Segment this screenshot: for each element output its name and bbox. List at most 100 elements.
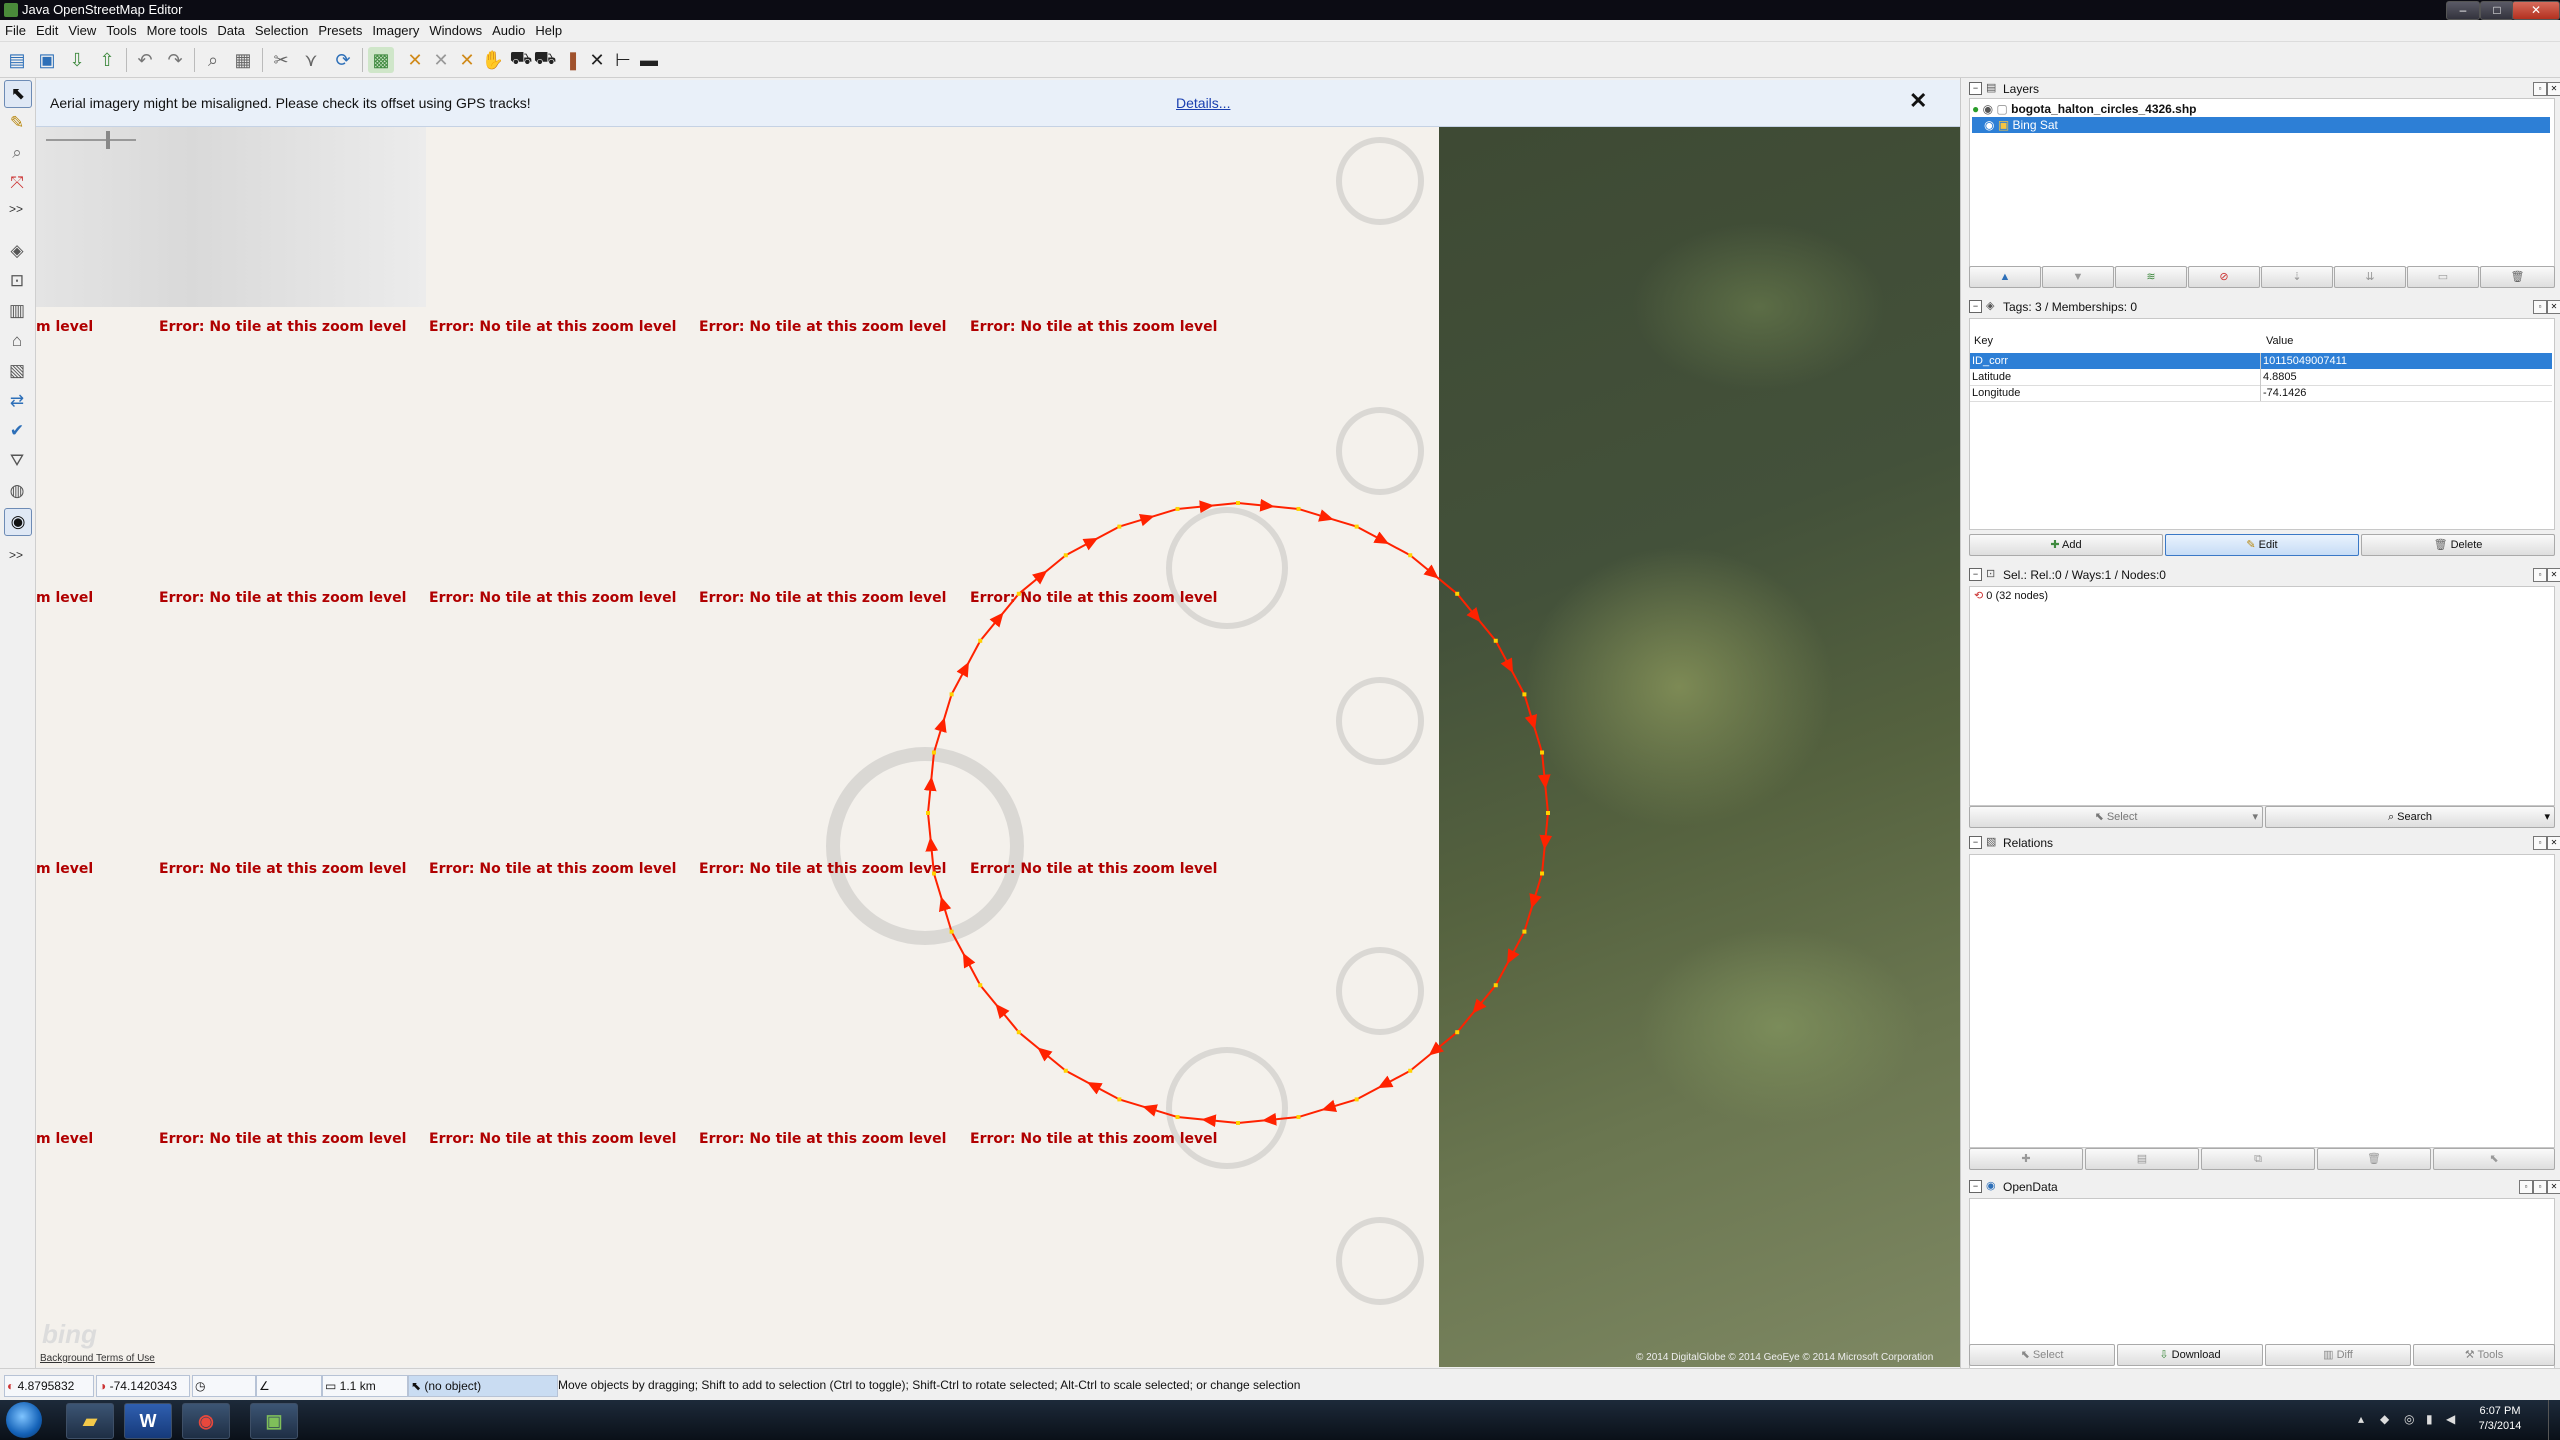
way-node[interactable] bbox=[931, 750, 936, 755]
way-node[interactable] bbox=[1354, 1097, 1359, 1102]
close-banner-icon[interactable]: ✕ bbox=[1909, 88, 1927, 114]
minimize-button[interactable]: – bbox=[2446, 1, 2480, 20]
way-segment[interactable] bbox=[1092, 525, 1120, 542]
way-segment[interactable] bbox=[979, 984, 1001, 1010]
way-segment[interactable] bbox=[938, 896, 953, 932]
relations-panel-header[interactable]: − ▧ Relations ▫ ✕ bbox=[1969, 834, 2560, 852]
way-segment[interactable] bbox=[1119, 1098, 1149, 1110]
way-node[interactable] bbox=[931, 871, 936, 876]
bing-terms-link[interactable]: Background Terms of Use bbox=[40, 1353, 155, 1364]
add-tag-button[interactable]: ✚ Add bbox=[1969, 534, 2163, 556]
way-node[interactable] bbox=[1117, 524, 1122, 529]
move-up-icon[interactable]: ▲ bbox=[1969, 266, 2041, 288]
close-panel-button[interactable]: ✕ bbox=[2547, 836, 2560, 850]
way-segment[interactable] bbox=[1065, 1069, 1094, 1086]
move-down-icon[interactable]: ▼ bbox=[2042, 266, 2114, 288]
download-icon[interactable]: ⇩ bbox=[64, 47, 90, 73]
way-segment[interactable] bbox=[1544, 782, 1549, 814]
menu-more-tools[interactable]: More tools bbox=[142, 20, 213, 38]
show-desktop-button[interactable] bbox=[2548, 1400, 2560, 1440]
way-node[interactable] bbox=[1175, 1115, 1180, 1120]
layers-panel-header[interactable]: − ▤ Layers ▫ ✕ bbox=[1969, 80, 2560, 98]
close-panel-button[interactable]: ✕ bbox=[2547, 568, 2560, 582]
menu-audio[interactable]: Audio bbox=[487, 20, 530, 38]
way-node[interactable] bbox=[1455, 1030, 1460, 1035]
select-mode-icon[interactable]: ⬉ bbox=[4, 80, 32, 108]
tool-b-icon[interactable]: ✕ bbox=[428, 47, 454, 73]
way-segment[interactable] bbox=[1237, 1119, 1269, 1124]
way-segment[interactable] bbox=[1261, 1112, 1299, 1126]
way-node[interactable] bbox=[1522, 692, 1527, 697]
more-tools-expander[interactable]: >> bbox=[9, 202, 23, 216]
way-segment[interactable] bbox=[1541, 843, 1547, 874]
way-node[interactable] bbox=[1408, 553, 1413, 558]
way-node[interactable] bbox=[1236, 501, 1240, 505]
duplicate-relation-icon[interactable]: ⧉ bbox=[2201, 1148, 2315, 1170]
history-icon[interactable]: ⌂ bbox=[4, 328, 30, 354]
relations-icon[interactable]: ▧ bbox=[4, 358, 30, 384]
opendata-icon[interactable]: ◉ bbox=[4, 508, 32, 536]
way-segment[interactable] bbox=[1298, 507, 1334, 522]
way-node[interactable] bbox=[1117, 1097, 1122, 1102]
close-panel-button[interactable]: ✕ bbox=[2547, 1180, 2560, 1194]
way-node[interactable] bbox=[926, 811, 930, 815]
bus-icon[interactable]: ⛟ bbox=[532, 47, 558, 73]
tool-c-icon[interactable]: ✕ bbox=[454, 47, 480, 73]
way-segment[interactable] bbox=[1539, 812, 1553, 850]
upload-icon[interactable]: ⇧ bbox=[94, 47, 120, 73]
way-segment[interactable] bbox=[1018, 570, 1048, 595]
way-segment[interactable] bbox=[1507, 931, 1526, 965]
panel-settings-button[interactable]: ▫ bbox=[2519, 1180, 2533, 1194]
validator-icon[interactable]: ✔ bbox=[4, 418, 30, 444]
tray-app-icon[interactable]: ◆ bbox=[2380, 1412, 2389, 1426]
way-segment[interactable] bbox=[1382, 540, 1411, 557]
duplicate-layer-icon[interactable]: ⇊ bbox=[2334, 266, 2406, 288]
key-column-header[interactable]: Key bbox=[1974, 335, 1993, 347]
opendata-tools-button[interactable]: ⚒ Tools bbox=[2413, 1344, 2555, 1366]
way-segment[interactable] bbox=[1409, 1050, 1435, 1072]
volume-icon[interactable]: ◀ bbox=[2446, 1412, 2455, 1426]
save-icon[interactable]: ▣ bbox=[34, 47, 60, 73]
menu-windows[interactable]: Windows bbox=[424, 20, 487, 38]
menu-file[interactable]: File bbox=[0, 20, 31, 38]
zoom-mode-icon[interactable]: ⌕ bbox=[4, 140, 30, 166]
way-segment[interactable] bbox=[1086, 1082, 1120, 1101]
way-node[interactable] bbox=[1296, 506, 1301, 511]
way-segment[interactable] bbox=[1356, 525, 1390, 544]
way-segment[interactable] bbox=[1494, 640, 1514, 674]
delete-layer-icon[interactable]: 🗑 bbox=[2480, 266, 2555, 288]
way-segment[interactable] bbox=[932, 873, 944, 903]
way-segment[interactable] bbox=[929, 752, 935, 783]
selected-way-circle[interactable] bbox=[36, 127, 1960, 1367]
visibility-eye-icon[interactable]: ◉ bbox=[1984, 118, 1994, 132]
way-node[interactable] bbox=[1016, 1030, 1021, 1035]
tags-panel-header[interactable]: − ◈ Tags: 3 / Memberships: 0 ▫ ✕ bbox=[1969, 298, 2560, 316]
menu-imagery[interactable]: Imagery bbox=[367, 20, 424, 38]
tag-row-selected[interactable]: ID_corr 10115049007411 bbox=[1970, 353, 2552, 369]
way-segment[interactable] bbox=[1529, 873, 1544, 909]
way-node[interactable] bbox=[1455, 591, 1460, 596]
way-segment[interactable] bbox=[1377, 1069, 1411, 1089]
way-segment[interactable] bbox=[941, 694, 953, 724]
way-segment[interactable] bbox=[950, 661, 969, 695]
conflict-icon[interactable]: ⇄ bbox=[4, 388, 30, 414]
selection-panel-header[interactable]: − ⊡ Sel.: Rel.:0 / Ways:1 / Nodes:0 ▫ ✕ bbox=[1969, 566, 2560, 584]
way-segment[interactable] bbox=[1327, 516, 1357, 528]
combine-way-icon[interactable]: ⋎ bbox=[298, 47, 324, 73]
way-node[interactable] bbox=[1175, 506, 1180, 511]
way-segment[interactable] bbox=[1268, 504, 1299, 510]
delete-mode-icon[interactable]: ⤧ bbox=[4, 170, 30, 196]
maximize-button[interactable]: □ bbox=[2480, 1, 2514, 20]
tag-row[interactable]: Longitude -74.1426 bbox=[1970, 385, 2552, 402]
way-segment[interactable] bbox=[1037, 1047, 1067, 1072]
map-view[interactable]: m level Error: No tile at this zoom leve… bbox=[36, 127, 1960, 1367]
way-segment[interactable] bbox=[950, 931, 967, 959]
way-node[interactable] bbox=[1540, 871, 1545, 876]
new-relation-icon[interactable]: ✚ bbox=[1969, 1148, 2083, 1170]
way-node[interactable] bbox=[1493, 638, 1498, 643]
select-relation-icon[interactable]: ⬉ bbox=[2433, 1148, 2555, 1170]
menu-selection[interactable]: Selection bbox=[250, 20, 313, 38]
delete-relation-icon[interactable]: 🗑 bbox=[2317, 1148, 2431, 1170]
word-icon[interactable]: W bbox=[124, 1403, 172, 1439]
way-node[interactable] bbox=[1016, 591, 1021, 596]
